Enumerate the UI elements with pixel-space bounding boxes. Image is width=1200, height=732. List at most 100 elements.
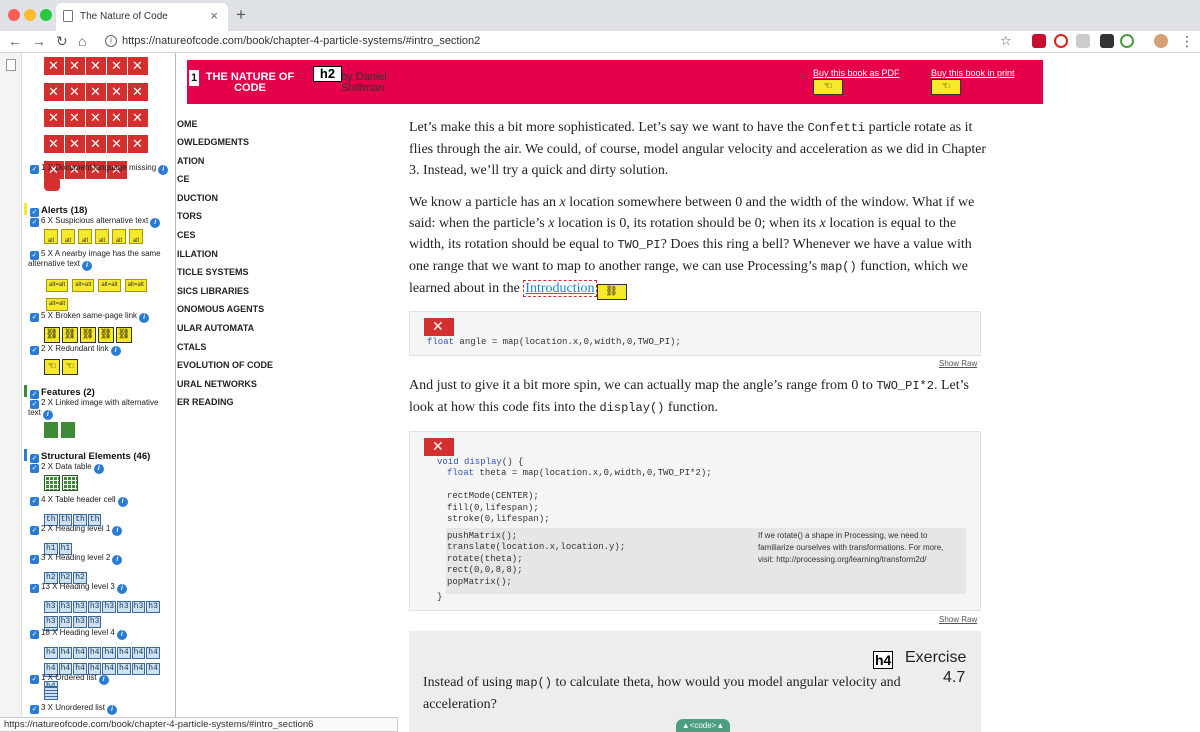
- info-icon[interactable]: i: [110, 346, 121, 356]
- redundant-link-icon[interactable]: ☜: [44, 359, 60, 375]
- toc-item[interactable]: CE: [177, 174, 190, 184]
- close-window-button[interactable]: [8, 9, 20, 21]
- error-icon[interactable]: [44, 83, 64, 101]
- data-table-icon[interactable]: [62, 475, 78, 491]
- extension-icon[interactable]: [1100, 34, 1114, 48]
- show-raw-link[interactable]: Show Raw: [939, 615, 977, 624]
- info-icon[interactable]: i: [107, 705, 118, 715]
- info-icon[interactable]: i: [42, 410, 53, 420]
- error-icon[interactable]: [128, 109, 148, 127]
- checkbox[interactable]: ✓: [30, 675, 39, 684]
- forward-arrow-icon[interactable]: →: [32, 33, 46, 49]
- site-logo[interactable]: THE NATURE OF CODE: [202, 72, 298, 94]
- error-icon[interactable]: [424, 318, 454, 336]
- checkbox[interactable]: ✓: [30, 313, 39, 322]
- toc-item[interactable]: TORS: [177, 211, 202, 221]
- alt-alert-icon[interactable]: alt: [44, 229, 58, 244]
- error-icon[interactable]: [107, 83, 127, 101]
- error-icon[interactable]: [128, 135, 148, 153]
- info-icon[interactable]: i: [112, 526, 123, 536]
- h3-icon[interactable]: h3: [102, 601, 117, 613]
- structural-heading[interactable]: ✓ Structural Elements (46): [24, 449, 150, 463]
- checkbox[interactable]: ✓: [30, 165, 39, 174]
- alt-alert-icon[interactable]: alt: [61, 229, 75, 244]
- checkbox[interactable]: ✓: [30, 705, 39, 714]
- extension-icon[interactable]: [1032, 34, 1046, 48]
- browser-tab[interactable]: The Nature of Code ×: [56, 3, 228, 31]
- toc-item[interactable]: OWLEDGMENTS: [177, 137, 249, 147]
- minimize-window-button[interactable]: [24, 9, 36, 21]
- show-raw-link[interactable]: Show Raw: [939, 359, 977, 368]
- checkbox[interactable]: ✓: [30, 464, 39, 473]
- h4-icon[interactable]: h4: [146, 663, 160, 675]
- checkbox[interactable]: ✓: [30, 584, 39, 593]
- error-icon[interactable]: [44, 109, 64, 127]
- data-table-icon[interactable]: [44, 475, 60, 491]
- redundant-link-icon[interactable]: ☜: [62, 359, 78, 375]
- tab-close-icon[interactable]: ×: [210, 8, 218, 23]
- error-icon[interactable]: [128, 83, 148, 101]
- alt-alert-icon[interactable]: alt: [95, 229, 109, 244]
- error-icon[interactable]: [424, 438, 454, 456]
- toc-item[interactable]: ULAR AUTOMATA: [177, 323, 254, 333]
- doc-language-item[interactable]: ✓ 1 X Document language missing i: [30, 163, 169, 175]
- error-icon[interactable]: [44, 135, 64, 153]
- alt-equals-alt-icon[interactable]: alt=alt: [46, 298, 69, 311]
- reload-icon[interactable]: ↻: [56, 33, 68, 50]
- linked-image-icon[interactable]: [61, 422, 75, 438]
- broken-link-icon[interactable]: ⛓: [116, 327, 132, 343]
- error-icon[interactable]: [86, 135, 106, 153]
- checkbox[interactable]: ✓: [30, 555, 39, 564]
- h3-item[interactable]: ✓ 13 X Heading level 3i: [30, 582, 127, 594]
- redundant-link-item[interactable]: ✓ 2 X Redundant link i: [30, 344, 121, 356]
- alt-equals-alt-icon[interactable]: alt=alt: [72, 279, 95, 292]
- error-icon[interactable]: [86, 57, 106, 75]
- toc-item[interactable]: ONOMOUS AGENTS: [177, 304, 264, 314]
- info-icon[interactable]: i: [158, 165, 169, 175]
- buy-print-link[interactable]: Buy this book in print: [931, 68, 1015, 78]
- broken-link-item[interactable]: ✓ 5 X Broken same-page link i: [30, 311, 150, 323]
- info-icon[interactable]: i: [93, 464, 104, 474]
- error-icon[interactable]: [86, 109, 106, 127]
- alt-alert-icon[interactable]: alt: [129, 229, 143, 244]
- url-field[interactable]: i https://natureofcode.com/book/chapter-…: [100, 32, 1024, 52]
- info-icon[interactable]: i: [105, 35, 117, 47]
- toc-item[interactable]: EVOLUTION OF CODE: [177, 360, 273, 370]
- toc-item[interactable]: TICLE SYSTEMS: [177, 267, 249, 277]
- introduction-link[interactable]: Introduction: [523, 280, 597, 297]
- h2-item[interactable]: ✓ 3 X Heading level 2i: [30, 553, 123, 565]
- new-tab-button[interactable]: +: [236, 5, 246, 25]
- buy-pdf-link[interactable]: Buy this book as PDF: [813, 68, 900, 78]
- info-icon[interactable]: i: [116, 630, 127, 640]
- h3-icon[interactable]: h3: [58, 616, 73, 628]
- suspicious-alt-item[interactable]: ✓ 6 X Suspicious alternative text i: [30, 216, 161, 228]
- menu-dots-icon[interactable]: ⋮: [1180, 33, 1194, 50]
- document-icon[interactable]: [6, 59, 16, 71]
- error-icon[interactable]: [107, 135, 127, 153]
- opera-icon[interactable]: [1054, 34, 1068, 48]
- extension-icon[interactable]: [1076, 34, 1090, 48]
- table-header-item[interactable]: ✓ 4 X Table header cell i: [30, 495, 128, 507]
- hand-icon[interactable]: [1154, 34, 1168, 48]
- toc-item[interactable]: ILLATION: [177, 249, 218, 259]
- h3-icon[interactable]: h3: [73, 616, 87, 628]
- toc-item[interactable]: ER READING: [177, 397, 234, 407]
- h1-item[interactable]: ✓ 2 X Heading level 1i: [30, 524, 123, 536]
- alt-equals-alt-icon[interactable]: alt=alt: [124, 279, 147, 292]
- alt-equals-alt-icon[interactable]: alt=alt: [98, 279, 121, 292]
- h4-icon[interactable]: h4: [117, 663, 131, 675]
- info-icon[interactable]: i: [117, 497, 128, 507]
- error-icon[interactable]: [86, 83, 106, 101]
- wave-extension-icon[interactable]: [1120, 34, 1134, 48]
- bookmark-star-icon[interactable]: ☆: [1000, 33, 1012, 49]
- h3-icon[interactable]: h3: [117, 601, 131, 613]
- error-icon[interactable]: [107, 109, 127, 127]
- alt-alert-icon[interactable]: alt: [78, 229, 92, 244]
- info-icon[interactable]: i: [98, 675, 109, 685]
- redundant-link-icon[interactable]: ☜: [931, 79, 961, 95]
- h3-icon[interactable]: h3: [87, 616, 102, 628]
- back-arrow-icon[interactable]: ←: [8, 33, 22, 49]
- h3-icon[interactable]: h3: [146, 601, 160, 613]
- error-bubble-icon[interactable]: [44, 177, 60, 191]
- broken-link-icon[interactable]: ⛓: [80, 327, 96, 343]
